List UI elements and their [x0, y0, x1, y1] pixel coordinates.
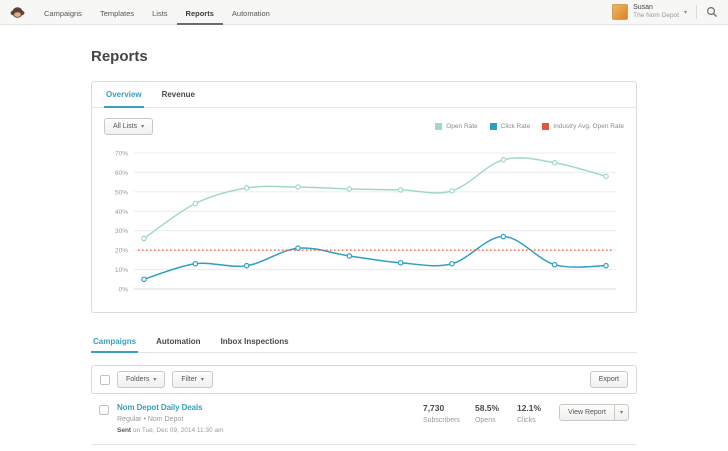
- legend-open-rate-label: Open Rate: [446, 123, 478, 130]
- campaign-title-link[interactable]: Nom Depot Daily Deals: [117, 403, 415, 412]
- account-name: Susan: [633, 3, 653, 11]
- report-overview-card: Overview Revenue All Lists ▾ Open Rate C…: [91, 81, 637, 313]
- view-report-button[interactable]: View Report: [558, 404, 615, 421]
- opens-value: 58.5%: [474, 403, 500, 413]
- chart-legend: Open Rate Click Rate Industry Avg. Open …: [435, 123, 624, 130]
- industry-avg-swatch-icon: [542, 123, 550, 130]
- nav-item-reports[interactable]: Reports: [176, 0, 223, 25]
- campaign-row: Nom Depot Daily Deals Regular • Nom Depo…: [91, 394, 637, 445]
- account-caret-icon[interactable]: ▾: [684, 9, 687, 16]
- nav-item-lists[interactable]: Lists: [143, 0, 176, 25]
- sent-prefix: Sent: [117, 427, 132, 434]
- report-line-chart: 0% 10% 20% 30% 40% 50% 60% 70%: [115, 151, 616, 294]
- tab-overview[interactable]: Overview: [104, 82, 144, 108]
- filter-dropdown[interactable]: Filter ▾: [172, 371, 213, 388]
- chevron-down-icon: ▾: [200, 377, 204, 383]
- campaign-meta: Regular • Nom Depot: [117, 416, 184, 423]
- svg-text:60%: 60%: [115, 170, 128, 177]
- tab-campaigns[interactable]: Campaigns: [91, 331, 139, 353]
- nav-item-automation[interactable]: Automation: [223, 0, 279, 25]
- opens-label: Opens: [474, 417, 496, 424]
- export-button[interactable]: Export: [589, 371, 628, 388]
- legend-click-rate-label: Click Rate: [500, 123, 531, 130]
- main-content: Reports Overview Revenue All Lists ▾ Ope…: [91, 48, 637, 451]
- filter-label: Filter: [181, 376, 197, 383]
- svg-text:20%: 20%: [115, 248, 128, 255]
- sent-rest: on Tue, Dec 09, 2014 11:30 am: [131, 427, 224, 434]
- tab-revenue[interactable]: Revenue: [160, 82, 197, 107]
- all-lists-label: All Lists: [113, 123, 138, 130]
- chevron-down-icon: ▾: [141, 124, 145, 130]
- subscribers-value: 7,730: [422, 403, 445, 413]
- legend-industry-avg-label: Industry Avg. Open Rate: [553, 123, 624, 130]
- mailchimp-logo[interactable]: [10, 5, 25, 20]
- svg-text:40%: 40%: [115, 209, 128, 216]
- all-lists-dropdown[interactable]: All Lists ▾: [104, 118, 154, 135]
- campaign-list-toolbar: Folders ▾ Filter ▾ Export: [91, 365, 637, 394]
- select-all-checkbox[interactable]: [100, 374, 110, 385]
- stat-clicks: 12.1% Clicks: [517, 403, 559, 424]
- page-title: Reports: [91, 48, 148, 65]
- stat-opens: 58.5% Opens: [475, 403, 517, 424]
- topbar-right: Susan The Nom Depot ▾: [612, 4, 718, 21]
- folders-dropdown[interactable]: Folders ▾: [117, 371, 166, 388]
- primary-nav: Campaigns Templates Lists Reports Automa…: [35, 0, 279, 25]
- campaign-row: Modern Kitchen: Stories of capers and th…: [91, 445, 637, 451]
- row-checkbox[interactable]: [99, 405, 109, 415]
- campaign-sent-date: Sent on Tue, Dec 09, 2014 11:30 am: [117, 427, 415, 434]
- stat-subscribers: 7,730 Subscribers: [423, 403, 475, 424]
- avatar[interactable]: [612, 4, 629, 20]
- nav-item-templates[interactable]: Templates: [91, 0, 143, 25]
- legend-click-rate: Click Rate: [489, 123, 531, 130]
- svg-text:10%: 10%: [115, 267, 128, 274]
- account-org: The Nom Depot: [633, 12, 679, 20]
- legend-industry-avg: Industry Avg. Open Rate: [542, 123, 624, 130]
- nav-item-campaigns[interactable]: Campaigns: [35, 0, 91, 25]
- campaign-info: Nom Depot Daily Deals Regular • Nom Depo…: [117, 403, 415, 434]
- chevron-down-icon: ▾: [153, 377, 157, 383]
- svg-text:30%: 30%: [115, 228, 128, 235]
- overview-tab-bar: Overview Revenue: [92, 82, 636, 108]
- folders-label: Folders: [126, 376, 150, 383]
- account-menu[interactable]: Susan The Nom Depot: [633, 4, 679, 21]
- clicks-label: Clicks: [516, 417, 536, 424]
- legend-open-rate: Open Rate: [435, 123, 478, 130]
- open-rate-swatch-icon: [435, 123, 443, 130]
- tab-inbox-inspections[interactable]: Inbox Inspections: [219, 331, 291, 352]
- tab-automation[interactable]: Automation: [154, 331, 202, 352]
- search-icon[interactable]: [706, 6, 718, 18]
- chart-controls: All Lists ▾ Open Rate Click Rate Industr…: [92, 108, 636, 137]
- topbar-divider: [696, 5, 697, 19]
- view-report-dropdown[interactable]: ▾: [614, 404, 629, 421]
- chevron-down-icon: ▾: [619, 410, 623, 416]
- svg-text:0%: 0%: [119, 287, 129, 294]
- svg-text:50%: 50%: [115, 189, 128, 196]
- chart-area: 0% 10% 20% 30% 40% 50% 60% 70%: [92, 137, 636, 312]
- click-rate-swatch-icon: [489, 123, 497, 130]
- svg-text:70%: 70%: [115, 151, 128, 158]
- view-report-button-group: View Report ▾: [558, 404, 629, 421]
- top-nav-bar: Campaigns Templates Lists Reports Automa…: [0, 0, 728, 25]
- clicks-value: 12.1%: [516, 403, 542, 413]
- campaigns-tab-bar: Campaigns Automation Inbox Inspections: [91, 331, 637, 353]
- subscribers-label: Subscribers: [422, 417, 460, 424]
